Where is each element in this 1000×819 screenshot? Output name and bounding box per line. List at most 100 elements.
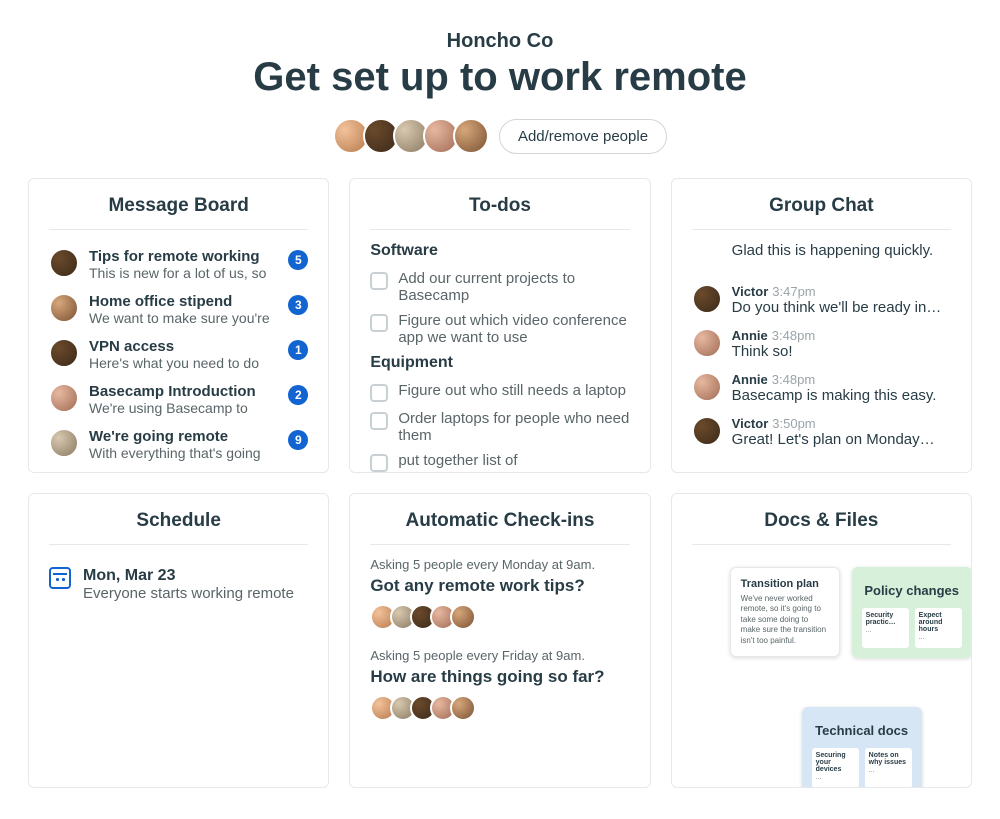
avatar [49,248,79,278]
avatar [49,293,79,323]
doc-body: We've never worked remote, so it's going… [741,594,829,646]
unread-count-badge: 3 [288,295,308,315]
avatar[interactable] [453,118,489,154]
card-title: Docs & Files [692,510,951,545]
checkbox[interactable] [370,272,388,290]
card-title: Schedule [49,510,308,545]
checkin-question: How are things going so far? [370,667,629,687]
message-item[interactable]: We're going remoteWith everything that's… [49,422,308,467]
todo-item[interactable]: Figure out who still needs a laptop [370,378,629,406]
avatar [49,338,79,368]
todo-group-title: Equipment [370,354,629,372]
todo-item[interactable]: Order laptops for people who need them [370,406,629,448]
avatar [49,383,79,413]
chat-time: 3:50pm [772,416,815,431]
unread-count-badge: 9 [288,430,308,450]
checkbox[interactable] [370,314,388,332]
avatar [450,695,476,721]
chat-text: Basecamp is making this easy. [732,387,951,404]
chat-message[interactable]: Annie3:48pmBasecamp is making this easy. [692,366,951,410]
schedule-desc: Everyone starts working remote [83,585,294,602]
doc-chip: Security practic…… [862,608,909,648]
avatar [450,604,476,630]
people-row: Add/remove people [28,118,972,154]
message-item[interactable]: Tips for remote workingThis is new for a… [49,242,308,287]
chat-message[interactable]: Victor3:50pmGreat! Let's plan on Monday… [692,410,951,454]
checkbox[interactable] [370,454,388,472]
checkin-block[interactable]: Asking 5 people every Monday at 9am. Got … [370,557,629,630]
doc-transition-plan[interactable]: Transition plan We've never worked remot… [730,567,840,657]
card-title: Message Board [49,195,308,230]
page-title: Get set up to work remote [28,55,972,100]
message-title: Tips for remote working [89,248,278,265]
card-todos[interactable]: To-dos Software Add our current projects … [349,178,650,473]
card-group-chat[interactable]: Group Chat Glad this is happening quickl… [671,178,972,473]
doc-chip: Notes on why issues… [865,748,912,788]
chat-message[interactable]: Glad this is happening quickly. [692,242,951,278]
add-remove-people-button[interactable]: Add/remove people [499,119,667,154]
checkbox[interactable] [370,384,388,402]
todo-group-title: Software [370,242,629,260]
avatar [692,284,722,314]
chat-author: Annie [732,328,768,343]
todo-text: Figure out which video conference app we… [398,312,629,346]
todo-text: put together list of [398,452,517,469]
card-docs-files[interactable]: Docs & Files Transition plan We've never… [671,493,972,788]
todo-item[interactable]: Add our current projects to Basecamp [370,266,629,308]
chat-text: Do you think we'll be ready in… [732,299,951,316]
chat-text: Glad this is happening quickly. [732,242,951,259]
card-checkins[interactable]: Automatic Check-ins Asking 5 people ever… [349,493,650,788]
message-preview: Here's what you need to do [89,355,278,371]
message-item[interactable]: VPN accessHere's what you need to do1 [49,332,308,377]
unread-count-badge: 5 [288,250,308,270]
header-avatars [333,118,489,154]
message-title: We're going remote [89,428,278,445]
todo-item[interactable]: put together list of [370,448,629,473]
chat-message[interactable]: Victor3:47pmDo you think we'll be ready … [692,278,951,322]
schedule-event[interactable]: Mon, Mar 23 Everyone starts working remo… [49,557,308,612]
todo-text: Add our current projects to Basecamp [398,270,629,304]
message-item[interactable]: Basecamp IntroductionWe're using Basecam… [49,377,308,422]
message-title: Home office stipend [89,293,278,310]
chat-message[interactable]: Annie 3:48pmThink so! [692,322,951,366]
doc-title: Policy changes [862,583,962,598]
doc-chip: Expect around hours… [915,608,962,648]
chat-author: Annie [732,372,768,387]
message-preview: With everything that's going [89,445,278,461]
checkin-avatars [370,604,629,630]
company-name: Honcho Co [28,30,972,53]
doc-chip: Securing your devices… [812,748,859,788]
chat-text: Great! Let's plan on Monday… [732,431,951,448]
todo-item[interactable]: Figure out which video conference app we… [370,308,629,350]
message-item[interactable]: Home office stipendWe want to make sure … [49,287,308,332]
chat-text: Think so! [732,343,951,360]
message-preview: This is new for a lot of us, so [89,265,278,281]
message-title: Basecamp Introduction [89,383,278,400]
todo-text: Order laptops for people who need them [398,410,629,444]
checkin-meta: Asking 5 people every Friday at 9am. [370,648,629,663]
message-title: VPN access [89,338,278,355]
docs-area: Transition plan We've never worked remot… [692,557,951,777]
card-message-board[interactable]: Message Board Tips for remote workingThi… [28,178,329,473]
checkbox[interactable] [370,412,388,430]
chat-time: 3:48pm [772,328,815,343]
avatar [692,372,722,402]
avatar [692,416,722,446]
checkin-avatars [370,695,629,721]
card-title: Group Chat [692,195,951,230]
card-title: Automatic Check-ins [370,510,629,545]
chat-time: 3:47pm [772,284,815,299]
checkin-question: Got any remote work tips? [370,576,629,596]
card-schedule[interactable]: Schedule Mon, Mar 23 Everyone starts wor… [28,493,329,788]
avatar [49,428,79,458]
doc-technical-docs[interactable]: Technical docs Securing your devices… No… [802,707,922,788]
chat-author: Victor [732,416,769,431]
checkin-block[interactable]: Asking 5 people every Friday at 9am. How … [370,648,629,721]
checkin-meta: Asking 5 people every Monday at 9am. [370,557,629,572]
message-preview: We want to make sure you're [89,310,278,326]
doc-title: Transition plan [741,578,829,590]
card-title: To-dos [370,195,629,230]
doc-policy-changes[interactable]: Policy changes Security practic…… Expect… [852,567,972,658]
chat-author: Victor [732,284,769,299]
todo-text: Figure out who still needs a laptop [398,382,626,399]
